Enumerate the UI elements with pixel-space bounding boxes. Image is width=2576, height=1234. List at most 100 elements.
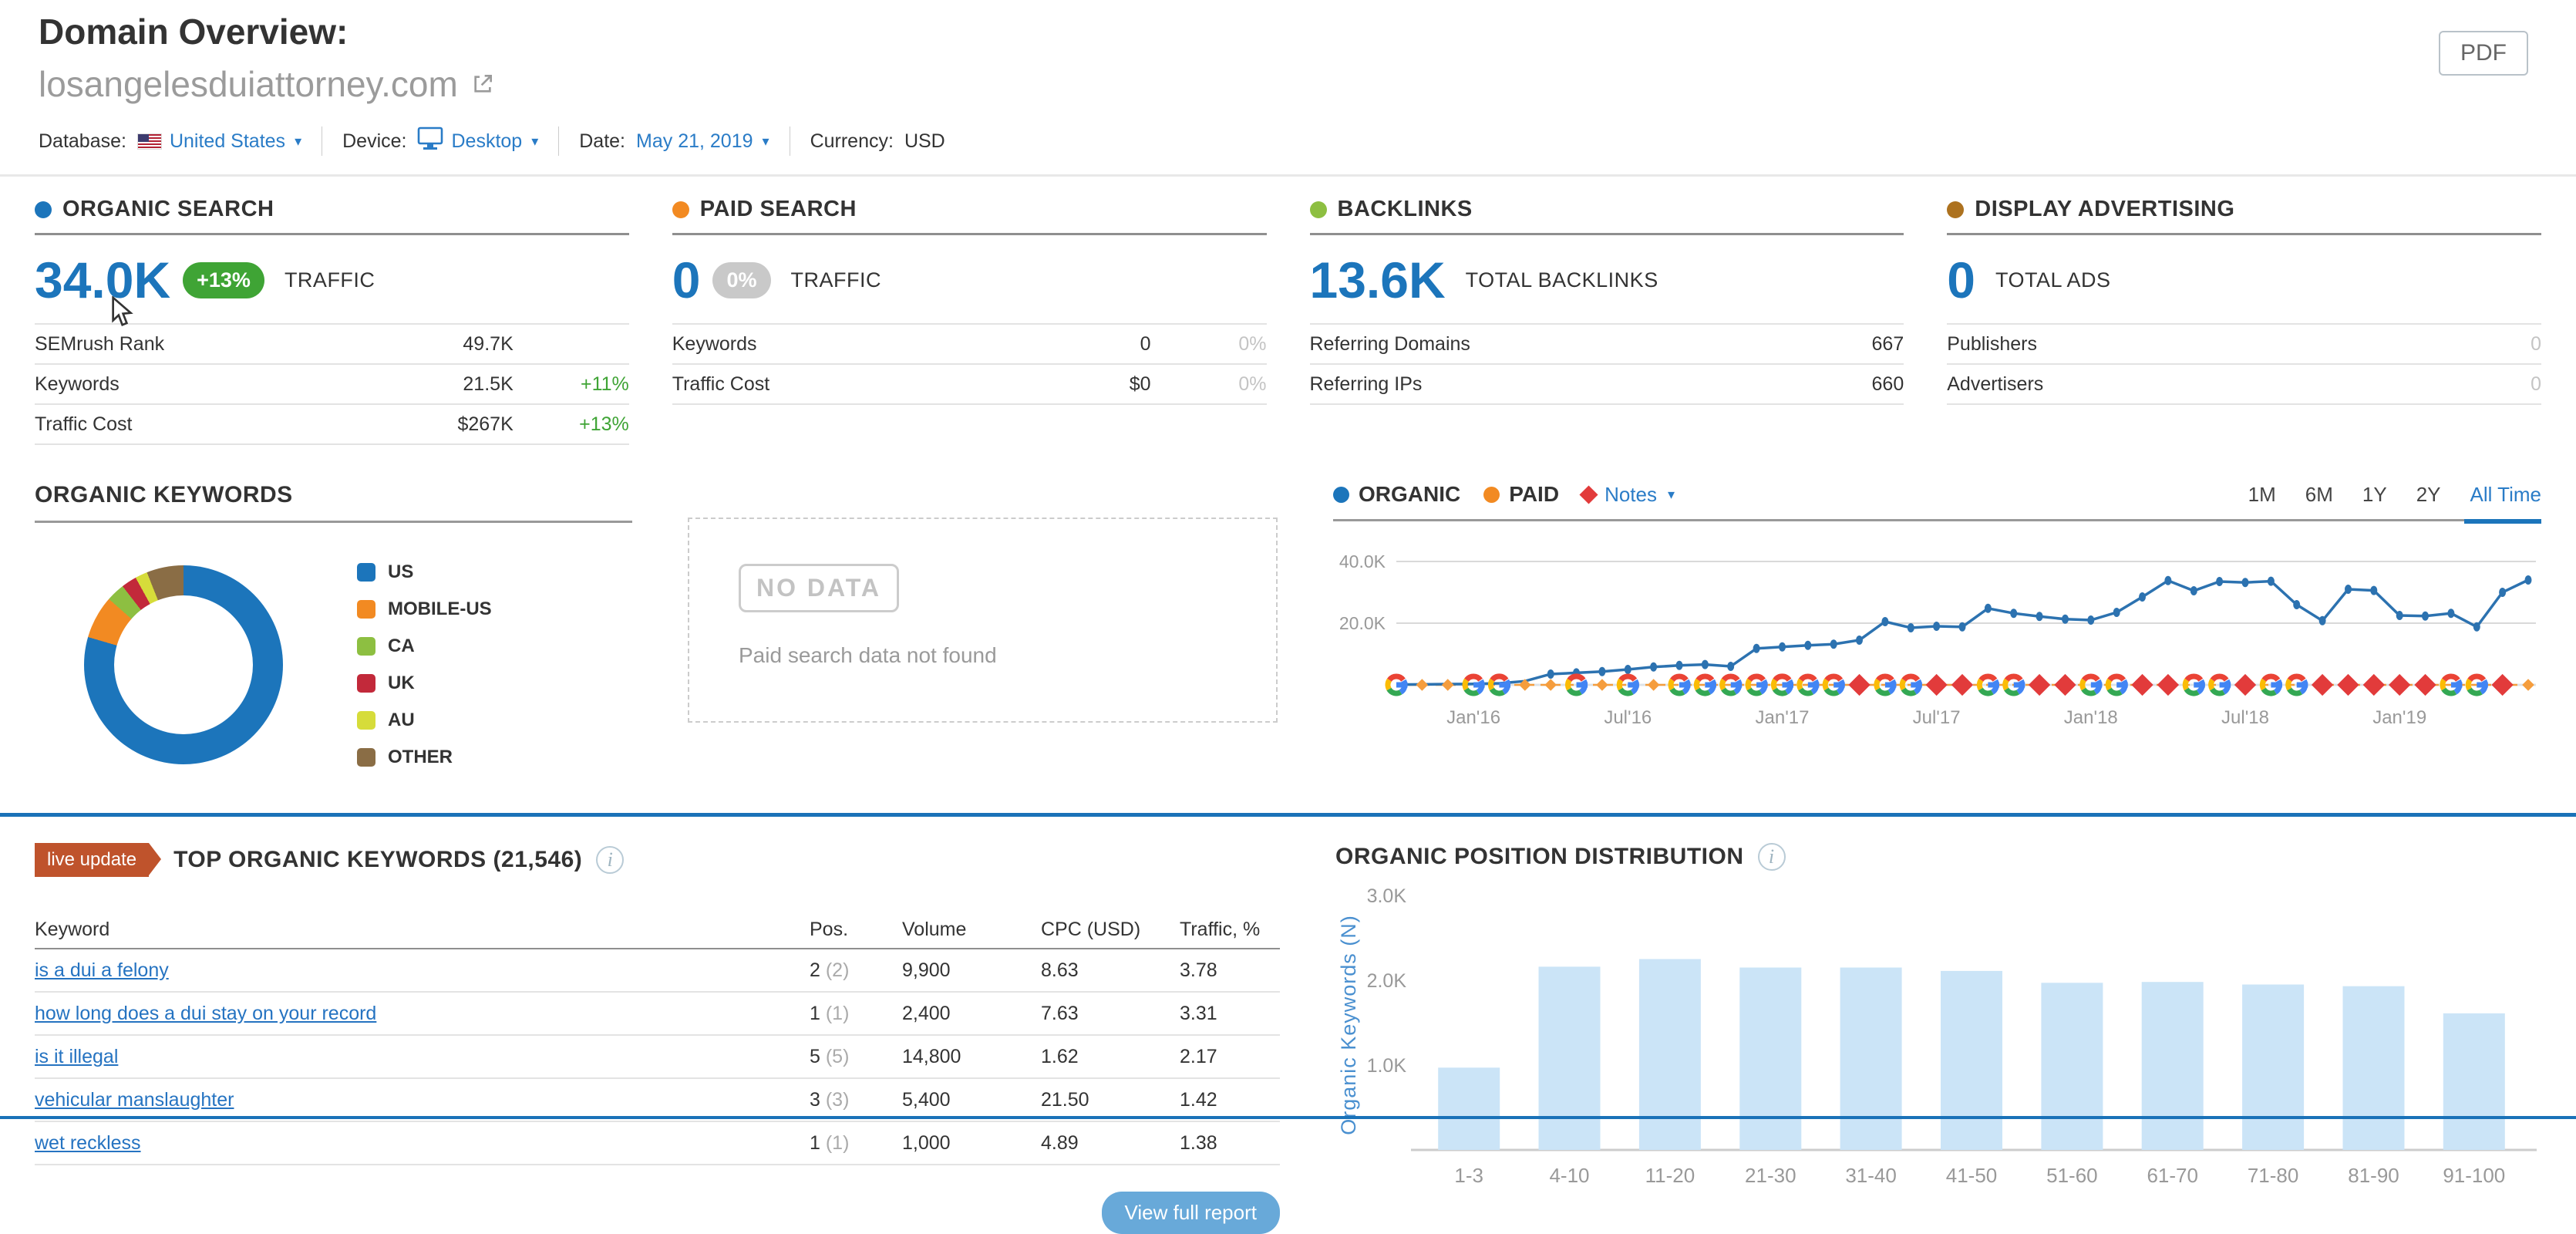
legend-swatch-icon: [357, 563, 375, 582]
panel-header: PAID SEARCH: [672, 197, 1267, 235]
metric-value: 21.5K: [463, 373, 513, 396]
donut-legend: US MOBILE-US CA UK AU OTHER: [357, 546, 492, 784]
pdf-export-button[interactable]: PDF: [2439, 31, 2528, 76]
filter-database[interactable]: Database:United States▾: [39, 130, 301, 153]
column-header: Traffic, %: [1180, 919, 1280, 941]
range-6m[interactable]: 6M: [2305, 483, 2333, 507]
filter-value[interactable]: May 21, 2019: [636, 130, 753, 153]
header-divider: [0, 174, 2576, 177]
metric-change: +13%: [514, 413, 629, 436]
table-row: how long does a dui stay on your record1…: [35, 993, 1280, 1036]
panel-metric-label: TOTAL ADS: [1995, 268, 2111, 292]
info-icon[interactable]: i: [596, 846, 624, 874]
panel-summary: 0TOTAL ADS: [1947, 251, 2541, 309]
metric-label: Keywords: [35, 373, 463, 396]
volume-cell: 5,400: [902, 1089, 1018, 1111]
keyword-link[interactable]: is a dui a felony: [35, 959, 169, 981]
position-cell: 1 (1): [810, 1132, 879, 1155]
keyword-cell: is a dui a felony: [35, 959, 786, 982]
svg-text:51-60: 51-60: [2046, 1164, 2098, 1187]
metric-label: SEMrush Rank: [35, 333, 463, 356]
blue-section-divider: [0, 813, 2576, 817]
svg-text:81-90: 81-90: [2348, 1164, 2399, 1187]
panel-rows: Keywords00%Traffic Cost$00%: [672, 323, 1267, 405]
filter-date[interactable]: Date:May 21, 2019▾: [579, 130, 769, 153]
legend-label: PAID: [1509, 482, 1559, 507]
svg-text:Jan'16: Jan'16: [1446, 707, 1500, 728]
stat-panels: ORGANIC SEARCH34.0K+13%TRAFFICSEMrush Ra…: [0, 197, 2576, 445]
position-distribution-chart[interactable]: Organic Keywords (N)1.0K2.0K3.0K1-34-101…: [1335, 871, 2543, 1208]
range-1y[interactable]: 1Y: [2362, 483, 2387, 507]
view-full-report-button[interactable]: View full report: [1102, 1192, 1281, 1234]
trend-legend-paid[interactable]: PAID: [1483, 482, 1559, 507]
traffic-trend-chart[interactable]: 20.0K40.0KJan'16Jul'16Jan'17Jul'17Jan'18…: [1333, 521, 2541, 757]
metric-value: 0: [2531, 373, 2541, 396]
filter-value: USD: [904, 130, 945, 153]
legend-item[interactable]: CA: [357, 636, 492, 657]
no-data-box: NO DATA Paid search data not found: [688, 518, 1278, 723]
range-selector: 1M 6M 1Y 2Y All Time: [2248, 483, 2541, 507]
legend-item[interactable]: MOBILE-US: [357, 598, 492, 620]
position-cell: 2 (2): [810, 959, 879, 982]
previous-position: (1): [826, 1132, 850, 1154]
panel-title: BACKLINKS: [1338, 197, 1473, 222]
trend-legend-organic[interactable]: ORGANIC: [1333, 482, 1460, 507]
svg-text:61-70: 61-70: [2147, 1164, 2198, 1187]
panel-dot-icon: [672, 201, 689, 218]
metric-label: Referring Domains: [1310, 333, 1872, 356]
trend-legend-notes[interactable]: Notes▾: [1582, 483, 1675, 507]
legend-item[interactable]: UK: [357, 673, 492, 694]
organic-keywords-title: ORGANIC KEYWORDS: [35, 482, 632, 508]
metric-change: 0%: [1151, 373, 1267, 396]
chevron-down-icon: ▾: [531, 133, 538, 150]
panel-big-value: 0: [672, 251, 701, 309]
legend-dot-icon: [1483, 487, 1500, 503]
external-link-icon[interactable]: [470, 63, 495, 105]
range-1m[interactable]: 1M: [2248, 483, 2276, 507]
panel-rows: Publishers0Advertisers0: [1947, 323, 2541, 405]
filter-value[interactable]: Desktop: [451, 130, 522, 153]
filter-label: Date:: [579, 130, 625, 153]
range-all-time[interactable]: All Time: [2470, 483, 2541, 507]
legend-item[interactable]: US: [357, 561, 492, 583]
metric-label: Publishers: [1947, 333, 2531, 356]
metric-label: Advertisers: [1947, 373, 2531, 396]
filter-separator: [558, 126, 559, 156]
filter-label: Database:: [39, 130, 126, 153]
svg-text:Jul'17: Jul'17: [1913, 707, 1961, 728]
table-header-row: KeywordPos.VolumeCPC (USD)Traffic, %: [35, 911, 1280, 949]
panel-title: ORGANIC SEARCH: [62, 197, 274, 222]
keyword-link[interactable]: wet reckless: [35, 1132, 141, 1154]
info-icon[interactable]: i: [1758, 843, 1786, 871]
keyword-link[interactable]: how long does a dui stay on your record: [35, 1003, 376, 1024]
svg-text:71-80: 71-80: [2248, 1164, 2299, 1187]
keyword-link[interactable]: vehicular manslaughter: [35, 1089, 234, 1111]
legend-item[interactable]: OTHER: [357, 747, 492, 768]
svg-text:41-50: 41-50: [1946, 1164, 1998, 1187]
organic-keywords-chart[interactable]: US MOBILE-US CA UK AU OTHER: [35, 546, 632, 784]
organic-keywords-widget: ORGANIC KEYWORDS US MOBILE-US CA UK AU OTHER: [35, 482, 632, 784]
legend-swatch-icon: [357, 711, 375, 730]
trend-header: ORGANIC PAID Notes▾ 1M 6M 1Y 2Y All Time: [1333, 482, 2541, 507]
filter-bar: Database:United States▾Device:Desktop▾Da…: [39, 126, 2537, 156]
svg-text:11-20: 11-20: [1645, 1164, 1695, 1187]
keywords-table: KeywordPos.VolumeCPC (USD)Traffic, % is a…: [35, 911, 1280, 1165]
mouse-cursor: [109, 296, 137, 332]
svg-text:20.0K: 20.0K: [1339, 613, 1386, 633]
position-distribution-widget: ORGANIC POSITION DISTRIBUTION i Organic …: [1335, 843, 2543, 1234]
divider: [35, 521, 632, 523]
panel-dot-icon: [1947, 201, 1964, 218]
change-badge: 0%: [712, 262, 770, 298]
volume-cell: 1,000: [902, 1132, 1018, 1155]
volume-cell: 2,400: [902, 1003, 1018, 1025]
filter-value[interactable]: United States: [170, 130, 285, 153]
traffic-cell: 1.38: [1180, 1132, 1280, 1155]
metric-value: 49.7K: [463, 333, 513, 356]
legend-item[interactable]: AU: [357, 710, 492, 731]
active-range-underline: [2464, 519, 2541, 524]
filter-device[interactable]: Device:Desktop▾: [342, 126, 538, 156]
keyword-link[interactable]: is it illegal: [35, 1046, 118, 1067]
table-row: is it illegal5 (5)14,8001.622.17: [35, 1036, 1280, 1079]
donut-chart[interactable]: [84, 565, 283, 764]
range-2y[interactable]: 2Y: [2416, 483, 2441, 507]
